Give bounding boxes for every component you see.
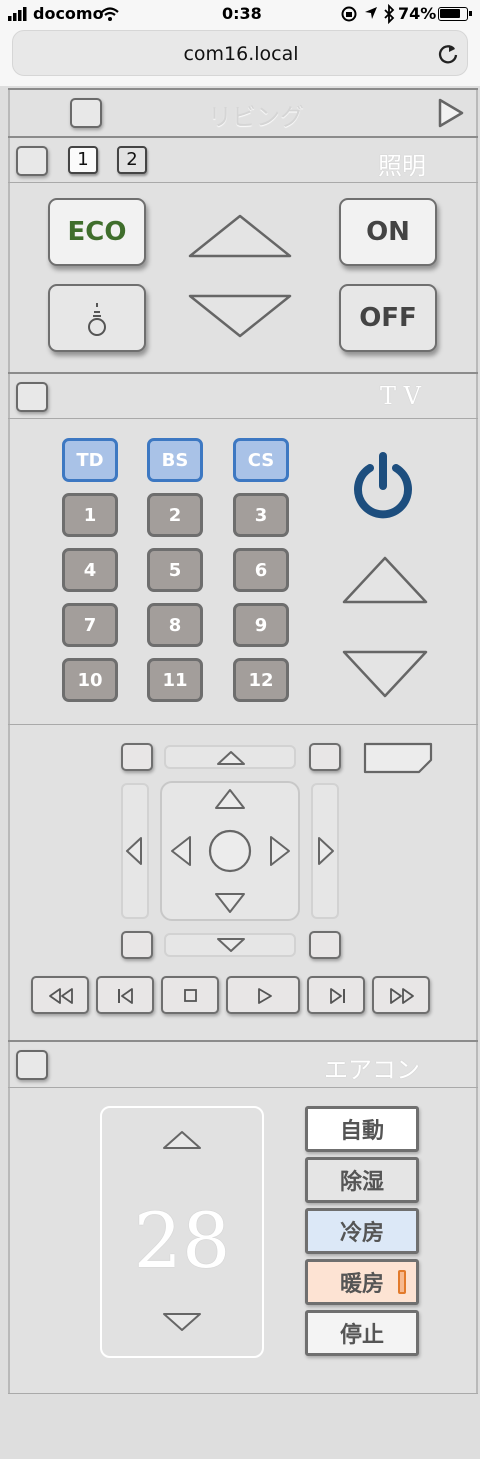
tv-channel-1[interactable]: 1 [62, 493, 118, 537]
play-icon [258, 988, 272, 1004]
next-room-icon[interactable] [438, 98, 464, 128]
on-label: ON [366, 217, 410, 247]
page-right-icon[interactable] [317, 836, 335, 866]
mode-dry-label: 除湿 [339, 1170, 384, 1195]
bulb-icon [88, 303, 106, 336]
clock: 0:38 [222, 4, 262, 23]
dpad-down-icon[interactable] [214, 892, 246, 914]
menu-tab-icon[interactable] [363, 742, 433, 774]
fast-forward-button[interactable] [372, 976, 430, 1014]
signal-icon [8, 7, 27, 21]
rewind-button[interactable] [31, 976, 89, 1014]
mode-cool-button[interactable]: 冷房 [305, 1208, 419, 1254]
stop-button[interactable] [161, 976, 219, 1014]
mode-heat-label: 暖房 [339, 1272, 384, 1297]
rewind-icon [49, 988, 73, 1004]
url-text: com16.local [183, 43, 299, 65]
dpad-ok-icon[interactable] [208, 829, 252, 873]
tv-channel-4[interactable]: 4 [62, 548, 118, 592]
light-on-button[interactable]: ON [339, 198, 437, 266]
light-down-icon[interactable] [188, 294, 292, 338]
off-label: OFF [359, 303, 417, 333]
previous-icon [118, 988, 133, 1004]
status-bar: docomo 0:38 74% [0, 0, 480, 28]
aircon-title: エアコン [324, 1056, 420, 1084]
tv-up-icon[interactable] [342, 556, 428, 604]
tv-channel-7[interactable]: 7 [62, 603, 118, 647]
dpad-up-icon[interactable] [214, 788, 246, 810]
stop-icon [184, 989, 197, 1002]
nav-corner-top-right[interactable] [309, 743, 341, 771]
tv-channel-3[interactable]: 3 [233, 493, 289, 537]
light-off-button[interactable]: OFF [339, 284, 437, 352]
tv-source-bs[interactable]: BS [147, 438, 203, 482]
temperature-value: 28 [133, 1196, 231, 1285]
tv-channel-11[interactable]: 11 [147, 658, 203, 702]
previous-button[interactable] [96, 976, 154, 1014]
dpad-right-icon[interactable] [269, 835, 291, 867]
fast-forward-icon [390, 988, 414, 1004]
app-root: docomo 0:38 74% com16.local リビング 1 2 照明 … [0, 0, 480, 1459]
light-selector-1[interactable]: 1 [68, 146, 98, 174]
room-title: リビング [208, 103, 304, 131]
rotation-lock-icon [341, 6, 357, 22]
tv-channel-8[interactable]: 8 [147, 603, 203, 647]
tv-channel-9[interactable]: 9 [233, 603, 289, 647]
tv-channel-6[interactable]: 6 [233, 548, 289, 592]
lighting-checkbox[interactable] [16, 146, 48, 176]
next-icon [330, 988, 345, 1004]
tv-title: T V [380, 382, 421, 410]
location-icon [365, 7, 377, 19]
bluetooth-icon [384, 3, 395, 25]
address-bar[interactable]: com16.local [12, 30, 468, 76]
tv-channel-10[interactable]: 10 [62, 658, 118, 702]
tv-channel-12[interactable]: 12 [233, 658, 289, 702]
tv-source-cs[interactable]: CS [233, 438, 289, 482]
temp-down-icon[interactable] [162, 1312, 202, 1332]
reload-icon[interactable] [437, 43, 459, 65]
mode-stop-label: 停止 [339, 1323, 384, 1348]
play-button[interactable] [226, 976, 300, 1014]
aircon-checkbox[interactable] [16, 1050, 48, 1080]
tv-power-icon[interactable] [348, 452, 418, 519]
battery-percent: 74% [398, 4, 437, 23]
wifi-icon [101, 7, 119, 21]
page-down-icon[interactable] [216, 937, 246, 953]
nav-corner-top-left[interactable] [121, 743, 153, 771]
carrier-name: docomo [33, 4, 104, 23]
tv-checkbox[interactable] [16, 382, 48, 412]
light-selector-2[interactable]: 2 [117, 146, 147, 174]
nav-corner-bottom-left[interactable] [121, 931, 153, 959]
eco-button[interactable]: ECO [48, 198, 146, 266]
lighting-title: 照明 [378, 152, 426, 180]
tv-source-td[interactable]: TD [62, 438, 118, 482]
page-up-icon[interactable] [216, 750, 246, 766]
mode-stop-button[interactable]: 停止 [305, 1310, 419, 1356]
tv-channel-5[interactable]: 5 [147, 548, 203, 592]
light-up-icon[interactable] [188, 214, 292, 258]
dpad-left-icon[interactable] [170, 835, 192, 867]
mode-auto-button[interactable]: 自動 [305, 1106, 419, 1152]
mode-auto-label: 自動 [339, 1119, 384, 1144]
mode-dry-button[interactable]: 除湿 [305, 1157, 419, 1203]
room-checkbox[interactable] [70, 98, 102, 128]
page-left-icon[interactable] [125, 836, 143, 866]
eco-label: ECO [67, 217, 127, 247]
next-button[interactable] [307, 976, 365, 1014]
nightlight-button[interactable] [48, 284, 146, 352]
tv-channel-2[interactable]: 2 [147, 493, 203, 537]
nav-corner-bottom-right[interactable] [309, 931, 341, 959]
battery-icon [438, 7, 472, 21]
mode-heat-button[interactable]: 暖房 [305, 1259, 419, 1305]
temp-up-icon[interactable] [162, 1130, 202, 1150]
heat-indicator [398, 1270, 406, 1294]
tv-down-icon[interactable] [342, 650, 428, 698]
mode-cool-label: 冷房 [339, 1221, 384, 1246]
